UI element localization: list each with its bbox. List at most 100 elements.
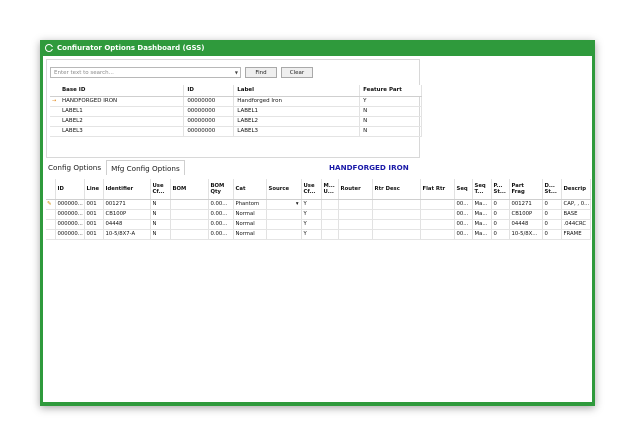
table-cell[interactable] <box>372 209 421 220</box>
clear-button[interactable]: Clear <box>281 67 313 78</box>
table-cell[interactable] <box>372 219 421 230</box>
table-cell[interactable]: HANDFORGED IRON <box>58 96 185 107</box>
table-cell[interactable] <box>321 219 339 230</box>
column-header[interactable]: P... St... <box>491 179 510 200</box>
table-cell[interactable] <box>420 219 455 230</box>
table-row[interactable]: LABEL1 00000000 LABEL1 N <box>50 106 422 117</box>
table-cell[interactable]: 10-5/8X7-A <box>103 229 151 240</box>
table-cell[interactable] <box>321 199 339 210</box>
table-cell[interactable]: CB100P <box>509 209 543 220</box>
chevron-down-icon[interactable]: ▼ <box>235 70 240 75</box>
table-cell[interactable] <box>372 229 421 240</box>
table-cell[interactable] <box>321 209 339 220</box>
table-cell[interactable]: 001 <box>84 209 104 220</box>
table-row[interactable]: LABEL2 00000000 LABEL2 N <box>50 116 422 127</box>
table-cell[interactable]: 001 <box>84 219 104 230</box>
table-cell[interactable]: 04448 <box>103 219 151 230</box>
table-cell[interactable]: 001 <box>84 229 104 240</box>
table-cell[interactable] <box>266 229 302 240</box>
column-header[interactable]: M... U... <box>321 179 339 200</box>
table-cell[interactable]: Y <box>301 229 322 240</box>
table-cell[interactable] <box>170 219 209 230</box>
column-header[interactable]: Flat Rtr <box>420 179 455 200</box>
table-cell[interactable]: 00000000 <box>183 106 235 117</box>
table-cell[interactable] <box>170 229 209 240</box>
table-cell[interactable] <box>338 229 373 240</box>
table-cell[interactable] <box>170 199 209 210</box>
column-header[interactable]: BOM <box>170 179 209 200</box>
column-header[interactable]: ID <box>55 179 85 200</box>
table-cell[interactable]: BASE <box>561 209 591 220</box>
table-cell[interactable]: Normal <box>233 209 267 220</box>
table-cell[interactable] <box>420 199 455 210</box>
table-cell[interactable]: .044CRC <box>561 219 591 230</box>
find-button[interactable]: Find <box>245 67 277 78</box>
column-header[interactable]: Use Cf... <box>301 179 322 200</box>
table-cell[interactable]: 04448 <box>509 219 543 230</box>
table-cell[interactable]: Y <box>301 199 322 210</box>
table-cell[interactable]: LABEL2 <box>233 116 361 127</box>
table-cell[interactable]: N <box>359 116 422 127</box>
table-cell[interactable]: Y <box>359 96 422 107</box>
table-cell[interactable] <box>321 229 339 240</box>
table-cell[interactable]: Ma... <box>472 199 492 210</box>
table-cell[interactable] <box>170 209 209 220</box>
table-cell[interactable]: Y <box>301 209 322 220</box>
tab-config-options[interactable]: Config Options <box>43 160 106 175</box>
table-row[interactable]: LABEL3 00000000 LABEL3 N <box>50 126 422 137</box>
table-cell[interactable]: 0 <box>491 219 510 230</box>
column-header[interactable]: D... St... <box>542 179 562 200</box>
table-cell[interactable]: 0.00... <box>208 199 234 210</box>
table-cell[interactable]: N <box>150 219 171 230</box>
column-header[interactable]: Router <box>338 179 373 200</box>
table-cell[interactable]: Phantom <box>233 199 267 210</box>
table-cell[interactable]: 0.00... <box>208 219 234 230</box>
table-cell[interactable] <box>338 199 373 210</box>
column-header[interactable]: Descrip <box>561 179 591 200</box>
tab-mfg-config-options[interactable]: Mfg Config Options <box>106 160 185 175</box>
table-cell[interactable]: 0.00... <box>208 209 234 220</box>
table-cell[interactable] <box>266 209 302 220</box>
table-cell[interactable] <box>420 229 455 240</box>
table-cell[interactable]: Ma... <box>472 229 492 240</box>
table-cell[interactable] <box>338 219 373 230</box>
column-header[interactable]: Identifier <box>103 179 151 200</box>
table-cell[interactable]: N <box>359 106 422 117</box>
column-header-feature-part[interactable]: Feature Part <box>359 85 422 97</box>
column-header[interactable]: BOM Qty <box>208 179 234 200</box>
column-header[interactable]: Part Frag <box>509 179 543 200</box>
table-cell[interactable]: LABEL3 <box>58 126 185 137</box>
table-cell[interactable]: LABEL3 <box>233 126 361 137</box>
table-cell[interactable]: N <box>150 199 171 210</box>
table-cell[interactable]: Normal <box>233 229 267 240</box>
column-header-base-id[interactable]: Base ID <box>58 85 185 97</box>
search-input[interactable]: Enter text to search... ▼ <box>50 67 241 78</box>
table-cell[interactable]: 000000... <box>55 219 85 230</box>
chevron-down-icon[interactable]: ▾ <box>296 201 299 207</box>
column-header[interactable]: Seq T... <box>472 179 492 200</box>
table-cell[interactable]: ▾ <box>266 199 302 210</box>
table-cell[interactable]: 0 <box>542 219 562 230</box>
table-row[interactable]: 000000... 001 04448 N 0.00... Normal Y 00... Ma.… <box>46 219 591 230</box>
table-cell[interactable]: LABEL1 <box>58 106 185 117</box>
table-cell[interactable]: 0 <box>542 209 562 220</box>
table-cell[interactable]: N <box>150 209 171 220</box>
table-cell[interactable]: CAP, , 0... <box>561 199 591 210</box>
table-cell[interactable]: 000000... <box>55 209 85 220</box>
table-cell[interactable]: 0 <box>491 199 510 210</box>
table-cell[interactable]: 10-5/8X... <box>509 229 543 240</box>
table-cell[interactable]: 001271 <box>509 199 543 210</box>
table-cell[interactable]: 0 <box>491 229 510 240</box>
column-header-id[interactable]: ID <box>183 85 235 97</box>
table-cell[interactable]: 00000000 <box>183 96 235 107</box>
table-cell[interactable]: Handforged Iron <box>233 96 361 107</box>
table-row[interactable]: 000000... 001 10-5/8X7-A N 0.00... Normal Y 00.… <box>46 229 591 240</box>
table-cell[interactable]: CB100P <box>103 209 151 220</box>
table-row[interactable]: 000000... 001 CB100P N 0.00... Normal Y 00... Ma… <box>46 209 591 220</box>
table-cell[interactable]: N <box>150 229 171 240</box>
table-cell[interactable]: N <box>359 126 422 137</box>
table-cell[interactable]: FRAME <box>561 229 591 240</box>
table-cell[interactable]: 00... <box>454 199 473 210</box>
table-cell[interactable]: 00... <box>454 219 473 230</box>
table-cell[interactable]: LABEL1 <box>233 106 361 117</box>
